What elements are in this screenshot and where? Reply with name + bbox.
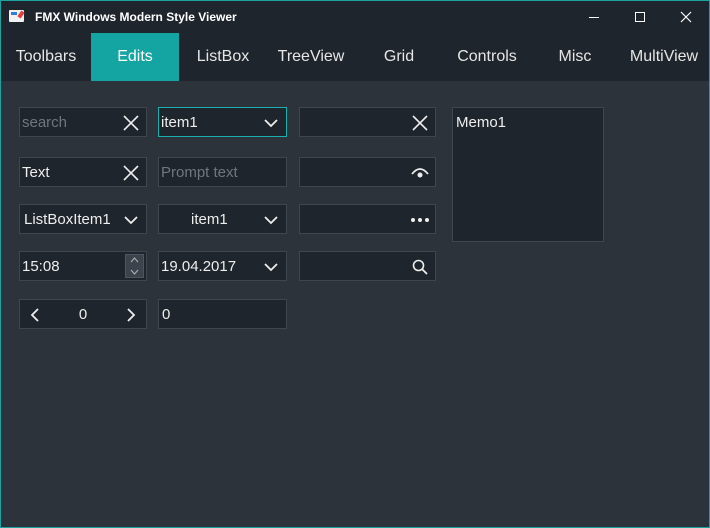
tab-misc[interactable]: Misc — [531, 33, 619, 81]
close-icon — [123, 165, 139, 181]
chevron-up-icon[interactable] — [130, 257, 139, 263]
tab-treeview[interactable]: TreeView — [267, 33, 355, 81]
search-placeholder: search — [22, 113, 68, 131]
show-password-button[interactable] — [409, 162, 431, 184]
search-button[interactable] — [409, 256, 431, 278]
tab-toolbars[interactable]: Toolbars — [1, 33, 91, 81]
chevron-down-icon — [264, 119, 278, 128]
memo[interactable]: Memo1 — [452, 107, 604, 242]
clear-button[interactable] — [120, 112, 142, 134]
clear-button[interactable] — [120, 162, 142, 184]
close-icon — [123, 115, 139, 131]
minimize-icon — [589, 16, 599, 18]
combo-edit[interactable]: item1 — [158, 107, 287, 137]
listbox-combo[interactable]: ListBoxItem1 — [19, 204, 147, 234]
search-edit[interactable]: search — [19, 107, 147, 137]
prompt-placeholder: Prompt text — [161, 163, 238, 181]
tab-grid[interactable]: Grid — [355, 33, 443, 81]
combo-box[interactable]: item1 — [158, 204, 287, 234]
title-bar[interactable]: FMX Windows Modern Style Viewer — [1, 1, 709, 33]
close-icon — [680, 11, 692, 23]
spin-box[interactable]: 0 — [19, 299, 147, 329]
minimize-button[interactable] — [571, 1, 617, 33]
app-icon — [9, 10, 24, 22]
ellipsis-icon — [411, 218, 429, 222]
chevron-down-icon — [264, 216, 278, 225]
tab-listbox[interactable]: ListBox — [179, 33, 267, 81]
memo-text: Memo1 — [456, 114, 507, 131]
password-edit[interactable] — [299, 157, 436, 187]
clear-edit[interactable] — [299, 107, 436, 137]
time-edit-value: 15:08 — [22, 257, 60, 275]
listbox-combo-value: ListBoxItem1 — [24, 210, 111, 228]
search-box[interactable] — [299, 251, 436, 281]
chevron-down-icon[interactable] — [130, 269, 139, 275]
eye-icon — [411, 168, 429, 178]
search-icon — [412, 259, 428, 275]
combo-box-dropdown-button[interactable] — [260, 209, 282, 231]
close-window-button[interactable] — [663, 1, 709, 33]
time-edit[interactable]: 15:08 — [19, 251, 147, 281]
chevron-down-icon — [264, 263, 278, 272]
text-edit[interactable]: Text — [19, 157, 147, 187]
combo-box-value: item1 — [191, 210, 228, 228]
tab-controls[interactable]: Controls — [443, 33, 531, 81]
number-edit-value: 0 — [162, 305, 171, 323]
clear-button[interactable] — [409, 112, 431, 134]
maximize-icon — [635, 12, 645, 22]
text-edit-value: Text — [22, 163, 50, 181]
main-window: FMX Windows Modern Style Viewer Toolbars… — [0, 0, 710, 528]
ellipsis-button[interactable] — [409, 209, 431, 231]
chevron-down-icon — [124, 216, 138, 225]
combo-edit-value: item1 — [161, 113, 198, 131]
time-spin-buttons[interactable] — [125, 254, 144, 278]
date-edit-value: 19.04.2017 — [161, 257, 237, 275]
window-title: FMX Windows Modern Style Viewer — [35, 10, 237, 24]
number-edit[interactable]: 0 — [158, 299, 287, 329]
combo-edit-dropdown-button[interactable] — [260, 112, 282, 134]
ellipsis-edit[interactable] — [299, 204, 436, 234]
date-dropdown-button[interactable] — [260, 256, 282, 278]
spin-increment-button[interactable] — [122, 306, 140, 324]
tab-bar: Toolbars Edits ListBox TreeView Grid Con… — [1, 33, 709, 81]
tab-multiview[interactable]: MultiView — [619, 33, 709, 81]
date-edit[interactable]: 19.04.2017 — [158, 251, 287, 281]
tab-edits[interactable]: Edits — [91, 33, 179, 81]
listbox-combo-dropdown-button[interactable] — [120, 209, 142, 231]
chevron-right-icon — [127, 308, 136, 322]
close-icon — [412, 115, 428, 131]
maximize-button[interactable] — [617, 1, 663, 33]
prompt-edit[interactable]: Prompt text — [158, 157, 287, 187]
